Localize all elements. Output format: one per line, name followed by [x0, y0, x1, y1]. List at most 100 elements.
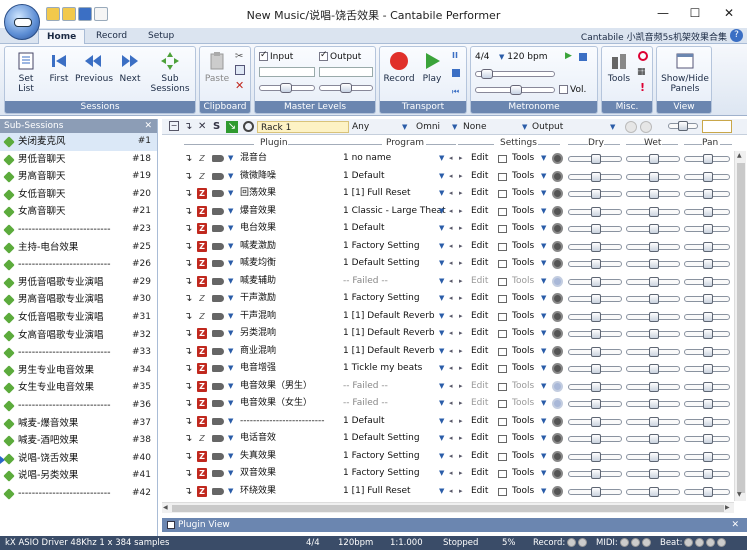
next-program-icon[interactable]: ▸: [459, 185, 463, 203]
next-program-icon[interactable]: ▸: [459, 290, 463, 308]
wet-slider[interactable]: [626, 451, 680, 462]
dry-slider-knob[interactable]: [591, 451, 601, 462]
mute-toggle-icon[interactable]: Z: [197, 258, 207, 269]
dry-slider-knob[interactable]: [591, 399, 601, 409]
time-signature[interactable]: 4/4: [475, 52, 489, 62]
plugin-name[interactable]: 环绕效果: [240, 483, 276, 501]
program-name[interactable]: 1 Default: [343, 220, 384, 238]
prev-program-icon[interactable]: ◂: [449, 238, 453, 256]
plugin-menu-dropdown-icon[interactable]: ▼: [228, 448, 233, 466]
plugin-name[interactable]: 电音增强: [240, 360, 276, 378]
pan-slider[interactable]: [684, 276, 730, 287]
sub-sessions-button[interactable]: Sub Sessions: [149, 51, 191, 94]
route-arrow-icon[interactable]: ↴: [184, 378, 192, 396]
wet-slider-knob[interactable]: [649, 154, 659, 164]
tools-button[interactable]: Tools: [512, 273, 534, 291]
channel-dropdown-icon[interactable]: ▼: [402, 121, 407, 133]
power-icon[interactable]: [552, 468, 563, 479]
settings-icon[interactable]: [498, 260, 507, 268]
power-icon[interactable]: [552, 415, 563, 427]
mute-toggle-icon[interactable]: Z: [197, 433, 207, 444]
sub-session-item[interactable]: 说唱-饶舌效果 #40: [0, 450, 157, 468]
program-name[interactable]: 1 Factory Setting: [343, 448, 420, 466]
program-name[interactable]: 1 no name: [343, 150, 391, 168]
tools-dropdown-icon[interactable]: ▼: [541, 448, 546, 466]
next-program-icon[interactable]: ▸: [459, 395, 463, 413]
program-name[interactable]: 1 Factory Setting: [343, 465, 420, 483]
pan-slider-knob[interactable]: [703, 486, 713, 497]
route-arrow-icon[interactable]: ↴: [184, 238, 192, 256]
settings-icon[interactable]: [498, 312, 507, 321]
settings-icon[interactable]: [498, 190, 507, 198]
wet-slider[interactable]: [626, 434, 680, 444]
plugin-menu-dropdown-icon[interactable]: ▼: [228, 483, 233, 501]
plugin-name[interactable]: 混音台: [240, 150, 267, 168]
wet-slider[interactable]: [626, 416, 680, 427]
program-dropdown-icon[interactable]: ▼: [439, 308, 444, 326]
dry-slider[interactable]: [568, 486, 622, 497]
next-program-icon[interactable]: ▸: [459, 378, 463, 396]
plugin-name[interactable]: 喊麦辅助: [240, 273, 276, 291]
power-icon[interactable]: [552, 450, 563, 462]
edit-button[interactable]: Edit: [471, 255, 488, 273]
settings-icon[interactable]: [498, 435, 507, 443]
mute-toggle-icon[interactable]: Z: [197, 380, 207, 392]
wet-slider-knob[interactable]: [649, 311, 659, 322]
plugin-menu-dropdown-icon[interactable]: ▼: [228, 343, 233, 361]
power-icon[interactable]: [552, 310, 563, 322]
program-dropdown-icon[interactable]: ▼: [439, 290, 444, 308]
program-name[interactable]: 1 Default: [343, 413, 384, 431]
settings-icon[interactable]: [498, 155, 507, 163]
program-name[interactable]: 1 Default Setting: [343, 430, 420, 448]
dry-slider[interactable]: [568, 259, 622, 269]
program-name[interactable]: 1 Classic - Large Theat: [343, 203, 446, 221]
program-dropdown-icon[interactable]: ▼: [439, 273, 444, 291]
pan-slider-knob[interactable]: [703, 434, 713, 444]
plugin-menu-dropdown-icon[interactable]: ▼: [228, 325, 233, 343]
program-name[interactable]: 1 [1] Full Reset: [343, 185, 411, 203]
program-name[interactable]: 1 Default: [343, 168, 384, 186]
next-program-icon[interactable]: ▸: [459, 168, 463, 186]
plugin-menu-dropdown-icon[interactable]: ▼: [228, 360, 233, 378]
route-arrow-icon[interactable]: ↴: [184, 465, 192, 483]
route-arrow-icon[interactable]: ↴: [184, 395, 192, 413]
pan-slider-knob[interactable]: [703, 416, 713, 427]
dry-slider[interactable]: [568, 224, 622, 234]
pause-icon[interactable]: II: [452, 51, 458, 60]
plugin-name[interactable]: 电话音效: [240, 430, 276, 448]
dry-slider-knob[interactable]: [591, 294, 601, 304]
horizontal-scrollbar[interactable]: ◀ ▶: [162, 502, 734, 513]
pan-slider[interactable]: [684, 381, 730, 392]
edit-button[interactable]: Edit: [471, 343, 488, 361]
delete-icon[interactable]: ✕: [235, 79, 244, 92]
route-arrow-icon[interactable]: ↴: [184, 273, 192, 291]
tools-dropdown-icon[interactable]: ▼: [541, 150, 546, 168]
dry-slider-knob[interactable]: [591, 241, 601, 252]
sub-session-item[interactable]: 女生专业电音效果 #35: [0, 379, 157, 397]
next-program-icon[interactable]: ▸: [459, 308, 463, 326]
prev-program-icon[interactable]: ◂: [449, 395, 453, 413]
wet-slider[interactable]: [626, 154, 680, 164]
tools-dropdown-icon[interactable]: ▼: [541, 360, 546, 378]
plugin-name[interactable]: --------------------------: [240, 413, 324, 431]
edit-button[interactable]: Edit: [471, 150, 488, 168]
rack-level-field[interactable]: [702, 120, 732, 133]
dry-slider-knob[interactable]: [591, 416, 601, 427]
pan-slider[interactable]: [684, 416, 730, 427]
dry-slider-knob[interactable]: [591, 276, 601, 287]
program-dropdown-icon[interactable]: ▼: [439, 395, 444, 413]
previous-button[interactable]: Previous: [75, 51, 113, 84]
tools-button[interactable]: Tools: [512, 220, 534, 238]
edit-button[interactable]: Edit: [471, 413, 488, 431]
wet-slider-knob[interactable]: [649, 434, 659, 444]
solo-icon[interactable]: S: [213, 121, 220, 133]
power-icon[interactable]: [552, 205, 563, 217]
stop-icon[interactable]: [452, 69, 460, 77]
program-name[interactable]: 1 [1] Default Reverb: [343, 308, 435, 326]
wet-slider-knob[interactable]: [649, 171, 659, 182]
mute-toggle-icon[interactable]: Z: [197, 485, 207, 497]
power-icon[interactable]: [552, 240, 563, 252]
plugin-name[interactable]: 双音效果: [240, 465, 276, 483]
program-name[interactable]: 1 [1] Full Reset: [343, 483, 411, 501]
metronome-vol-checkbox[interactable]: [559, 85, 568, 94]
